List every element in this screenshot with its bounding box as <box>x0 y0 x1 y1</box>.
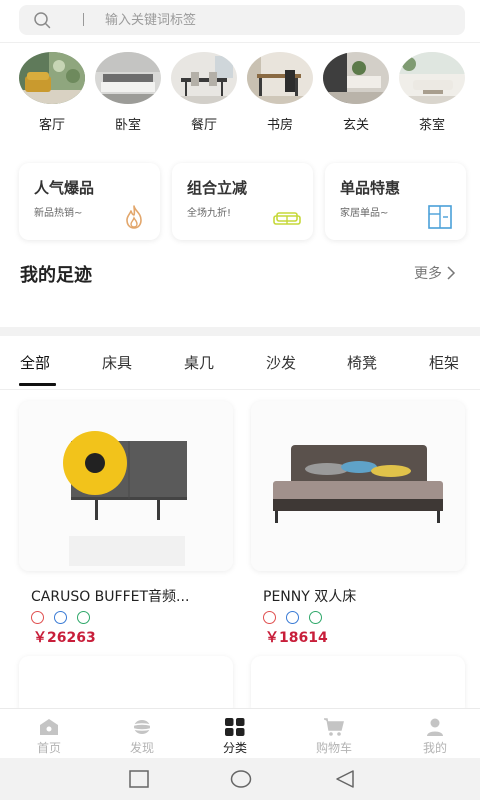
promo-title: 组合立减 <box>187 179 248 197</box>
promo-card-popular[interactable]: 人气爆品 新品热销~ <box>19 163 160 240</box>
back-icon[interactable] <box>334 769 356 789</box>
room-label: 书房 <box>266 118 293 133</box>
search-input[interactable] <box>105 5 445 35</box>
promo-subtitle: 家居单品~ <box>340 208 389 219</box>
top-divider <box>0 42 480 43</box>
check-badge-icon <box>77 611 90 624</box>
check-badge-icon <box>309 611 322 624</box>
grid-icon <box>225 718 245 736</box>
room-label: 茶室 <box>418 118 445 133</box>
promo-subtitle: 全场九折! <box>187 208 232 219</box>
search-separator <box>83 13 84 26</box>
promo-card-combo[interactable]: 组合立减 全场九折! <box>172 163 313 240</box>
more-label: 更多 <box>414 266 442 282</box>
category-tabs: 全部 床具 桌几 沙发 椅凳 柜架 <box>0 336 480 390</box>
product-name[interactable]: CARUSO BUFFET音频... <box>31 586 189 606</box>
room-label: 餐厅 <box>190 118 217 133</box>
entrance-image <box>323 52 389 104</box>
product-card[interactable] <box>251 401 465 571</box>
system-nav-bar <box>0 758 480 800</box>
nav-label: 首页 <box>36 741 61 755</box>
promo-card-single[interactable]: 单品特惠 家居单品~ <box>325 163 466 240</box>
search-icon <box>34 12 51 29</box>
tab-all[interactable]: 全部 <box>20 352 50 373</box>
tearoom-image <box>399 52 465 104</box>
nav-label: 我的 <box>422 741 447 755</box>
tab-tables[interactable]: 桌几 <box>184 352 214 373</box>
promo-title: 人气爆品 <box>34 179 95 197</box>
hot-badge-icon <box>263 611 276 624</box>
bedroom-image <box>95 52 161 104</box>
nav-category[interactable]: 分类 <box>195 709 275 759</box>
home-icon <box>40 719 58 735</box>
tab-chairs[interactable]: 椅凳 <box>347 352 377 373</box>
product-card[interactable] <box>19 656 233 716</box>
nav-profile[interactable]: 我的 <box>395 709 475 759</box>
section-divider <box>0 327 480 336</box>
room-item-study[interactable]: 书房 <box>247 52 313 134</box>
nav-label: 分类 <box>222 741 247 755</box>
product-price: ￥26263 <box>33 630 96 646</box>
room-label: 玄关 <box>342 118 369 133</box>
planet-icon <box>131 720 153 734</box>
chevron-right-icon <box>447 266 456 280</box>
nav-label: 购物车 <box>315 741 352 755</box>
new-badge-icon <box>54 611 67 624</box>
search-bar[interactable] <box>19 5 465 35</box>
active-tab-indicator <box>19 383 56 386</box>
room-item-dining[interactable]: 餐厅 <box>171 52 237 134</box>
footprint-more-link[interactable]: 更多 <box>414 263 458 283</box>
study-room-image <box>247 52 313 104</box>
bed-image <box>251 401 465 571</box>
living-room-image <box>19 52 85 104</box>
cabinet-icon <box>428 205 452 229</box>
product-price: ￥18614 <box>265 630 328 646</box>
room-item-entrance[interactable]: 玄关 <box>323 52 389 134</box>
room-item-bedroom[interactable]: 卧室 <box>95 52 161 134</box>
promo-subtitle: 新品热销~ <box>34 208 83 219</box>
dining-room-image <box>171 52 237 104</box>
room-label: 卧室 <box>114 118 141 133</box>
hot-badge-icon <box>31 611 44 624</box>
bottom-nav: 首页 发现 分类 购物车 我的 <box>0 708 480 758</box>
product-card[interactable] <box>251 656 465 716</box>
buffet-image <box>19 401 233 571</box>
room-category-list: 客厅 卧室 餐厅 书房 玄关 茶室 <box>0 52 480 134</box>
new-badge-icon <box>286 611 299 624</box>
tab-beds[interactable]: 床具 <box>102 352 132 373</box>
promo-title: 单品特惠 <box>340 179 401 197</box>
room-item-tearoom[interactable]: 茶室 <box>399 52 465 134</box>
product-card[interactable] <box>19 401 233 571</box>
cart-icon <box>324 718 344 736</box>
user-icon <box>427 718 443 736</box>
tabs-divider <box>0 389 480 390</box>
product-badges <box>263 611 332 624</box>
nav-cart[interactable]: 购物车 <box>294 709 374 759</box>
tab-sofas[interactable]: 沙发 <box>266 352 296 373</box>
sofa-icon <box>273 212 301 225</box>
product-name[interactable]: PENNY 双人床 <box>263 586 356 606</box>
nav-label: 发现 <box>129 741 154 755</box>
flame-icon <box>126 205 142 229</box>
recent-apps-icon[interactable] <box>128 769 150 789</box>
home-button-icon[interactable] <box>230 769 252 789</box>
tab-cabinets[interactable]: 柜架 <box>429 352 459 373</box>
room-item-living[interactable]: 客厅 <box>19 52 85 134</box>
nav-home[interactable]: 首页 <box>9 709 89 759</box>
nav-discover[interactable]: 发现 <box>102 709 182 759</box>
room-label: 客厅 <box>38 118 65 133</box>
product-badges <box>31 611 100 624</box>
footprint-title: 我的足迹 <box>20 265 92 286</box>
